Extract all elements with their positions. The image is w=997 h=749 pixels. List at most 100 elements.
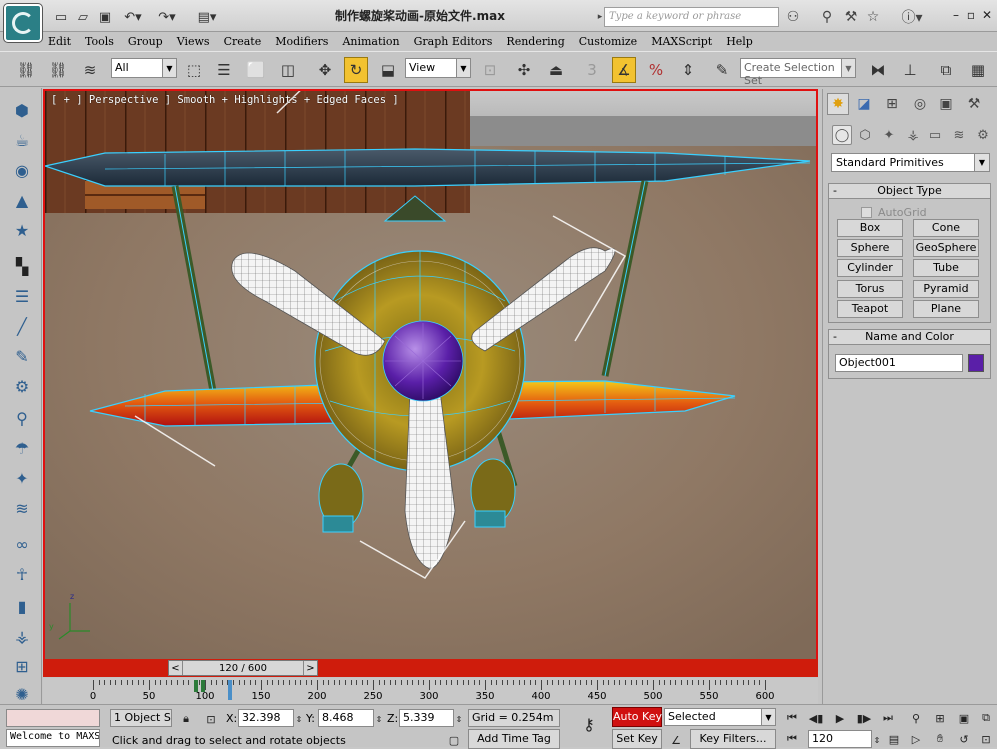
- time-slider[interactable]: < 120 / 600 >: [168, 660, 318, 676]
- space-warps-icon[interactable]: ≋: [949, 125, 969, 145]
- app-menu-logo-icon[interactable]: [4, 4, 42, 42]
- align-icon[interactable]: ⊥: [898, 57, 922, 83]
- menu-graph-editors[interactable]: Graph Editors: [414, 35, 493, 48]
- select-and-scale-icon[interactable]: ⬓: [376, 57, 400, 83]
- select-object-icon[interactable]: ⬚: [182, 57, 206, 83]
- edit-named-selection-icon[interactable]: ✎: [710, 57, 734, 83]
- display-tab-icon[interactable]: ▣: [935, 93, 957, 115]
- shapes-icon[interactable]: ⬡: [855, 125, 875, 145]
- light-icon[interactable]: ☂: [9, 436, 35, 460]
- menu-group[interactable]: Group: [128, 35, 163, 48]
- brush-icon[interactable]: ✎: [9, 344, 35, 368]
- sphere-button[interactable]: Sphere: [837, 239, 903, 257]
- key-mode-dropdown[interactable]: Selected ▼: [664, 708, 776, 726]
- save-file-icon[interactable]: ▣: [98, 8, 112, 26]
- menu-views[interactable]: Views: [177, 35, 210, 48]
- set-key-button[interactable]: Set Key: [612, 729, 662, 749]
- maxscript-listener-output[interactable]: Welcome to MAXS: [6, 729, 100, 747]
- select-and-rotate-icon[interactable]: ↻: [344, 57, 368, 83]
- x-spinner-icon[interactable]: ⇕: [294, 710, 304, 728]
- menu-modifiers[interactable]: Modifiers: [275, 35, 328, 48]
- create-tab-icon[interactable]: ✸: [827, 93, 849, 115]
- checker-material-icon[interactable]: ▚: [9, 254, 35, 278]
- time-slider-track[interactable]: [43, 659, 818, 677]
- field-of-view-icon[interactable]: ▷: [906, 730, 926, 748]
- named-selection-set-field[interactable]: Create Selection Set ▼: [740, 58, 856, 87]
- systems-icon[interactable]: ⚙: [973, 125, 993, 145]
- communication-center-icon[interactable]: ⚒: [842, 8, 860, 26]
- y-coordinate-field[interactable]: 8.468: [318, 709, 374, 727]
- rectangular-selection-icon[interactable]: ⬜: [244, 57, 268, 83]
- menu-animation[interactable]: Animation: [342, 35, 399, 48]
- layer-manager-icon[interactable]: ⧉: [934, 57, 958, 83]
- bone-icon[interactable]: ╱: [9, 314, 35, 338]
- autogrid-checkbox[interactable]: AutoGrid: [861, 206, 927, 219]
- track-bar[interactable]: 0 50 100 150 200 250 300 350 400 450 500 550 600: [43, 678, 818, 704]
- angle-snap-icon[interactable]: ∡: [612, 57, 636, 83]
- select-and-manipulate-icon[interactable]: ✣: [512, 57, 536, 83]
- graphite-ribbon-icon[interactable]: ▦: [966, 57, 990, 83]
- primitive-category-dropdown[interactable]: Standard Primitives ▼: [831, 153, 990, 172]
- minimize-button[interactable]: –: [948, 6, 964, 24]
- menu-maxscript[interactable]: MAXScript: [651, 35, 712, 48]
- viewport-label[interactable]: [ + ] Perspective ] Smooth + Highlights …: [51, 94, 399, 106]
- hierarchy-tab-icon[interactable]: ⊞: [881, 93, 903, 115]
- new-file-icon[interactable]: ▭: [54, 8, 68, 26]
- tube-button[interactable]: Tube: [913, 259, 979, 277]
- restore-button[interactable]: ▫: [963, 6, 979, 24]
- name-and-color-header[interactable]: - Name and Color: [829, 330, 990, 345]
- go-to-start-icon[interactable]: ⏮: [782, 709, 802, 727]
- gear-icon[interactable]: ⚙: [9, 374, 35, 398]
- default-in-out-tangent-icon[interactable]: ∠: [666, 731, 686, 749]
- time-tag-icon[interactable]: ▢: [444, 731, 464, 749]
- modify-tab-icon[interactable]: ◪: [853, 93, 875, 115]
- window-crossing-icon[interactable]: ◫: [276, 57, 300, 83]
- sphere-icon[interactable]: ◉: [9, 158, 35, 182]
- key-filters-button[interactable]: Key Filters...: [690, 729, 776, 749]
- utilities-tab-icon[interactable]: ⚒: [963, 93, 985, 115]
- geometry-icon[interactable]: ◯: [832, 125, 852, 145]
- keyframe-marker[interactable]: [194, 680, 198, 692]
- cone-button[interactable]: Cone: [913, 219, 979, 237]
- wave-icon[interactable]: ≋: [9, 496, 35, 520]
- selection-filter-dropdown[interactable]: All ▼: [111, 58, 177, 78]
- select-and-link-icon[interactable]: ⛓: [14, 57, 38, 83]
- x-coordinate-field[interactable]: 32.398: [238, 709, 294, 727]
- box-button[interactable]: Box: [837, 219, 903, 237]
- select-by-name-icon[interactable]: ☰: [212, 57, 236, 83]
- teapot-button[interactable]: Teapot: [837, 300, 903, 318]
- key-mode-toggle-icon[interactable]: ⏮: [782, 730, 802, 748]
- menu-help[interactable]: Help: [726, 35, 753, 48]
- cone-icon[interactable]: ▲: [9, 188, 35, 212]
- orbit-icon[interactable]: ↺: [954, 730, 974, 748]
- select-and-move-icon[interactable]: ✥: [313, 57, 337, 83]
- open-file-icon[interactable]: ▱: [76, 8, 90, 26]
- star-icon[interactable]: ★: [9, 218, 35, 242]
- figure-icon[interactable]: ☥: [9, 562, 35, 586]
- frame-spinner-icon[interactable]: ⇕: [872, 731, 882, 749]
- object-name-field[interactable]: Object001: [835, 354, 963, 372]
- unlink-selection-icon[interactable]: ⛓: [46, 57, 70, 83]
- cylinder-stack-icon[interactable]: ☰: [9, 284, 35, 308]
- motion-tab-icon[interactable]: ◎: [909, 93, 931, 115]
- maxscript-listener-input[interactable]: [6, 709, 100, 727]
- next-key-icon[interactable]: ▮▶: [854, 709, 874, 727]
- pyramid-button[interactable]: Pyramid: [913, 280, 979, 298]
- pan-view-icon[interactable]: ✋︎: [930, 730, 950, 748]
- menu-rendering[interactable]: Rendering: [506, 35, 564, 48]
- cube-icon[interactable]: ⬢: [9, 98, 35, 122]
- subscription-icon[interactable]: ⚲: [818, 8, 836, 26]
- favorites-star-icon[interactable]: ☆: [864, 8, 882, 26]
- add-time-tag-button[interactable]: Add Time Tag: [468, 729, 560, 749]
- help-icon[interactable]: ⓘ▾: [898, 8, 926, 26]
- selection-lock-icon[interactable]: 🔒︎: [176, 710, 196, 728]
- time-configuration-icon[interactable]: ▤: [884, 730, 904, 748]
- helpers-icon[interactable]: ▭: [925, 125, 945, 145]
- previous-key-icon[interactable]: ◀▮: [806, 709, 826, 727]
- teapot-icon[interactable]: ☕: [9, 128, 35, 152]
- keyframe-marker[interactable]: [201, 680, 205, 692]
- percent-snap-icon[interactable]: %: [644, 57, 668, 83]
- reactor-icon[interactable]: ✺: [9, 682, 35, 706]
- next-frame-button[interactable]: >: [303, 661, 317, 675]
- geosphere-button[interactable]: GeoSphere: [913, 239, 979, 257]
